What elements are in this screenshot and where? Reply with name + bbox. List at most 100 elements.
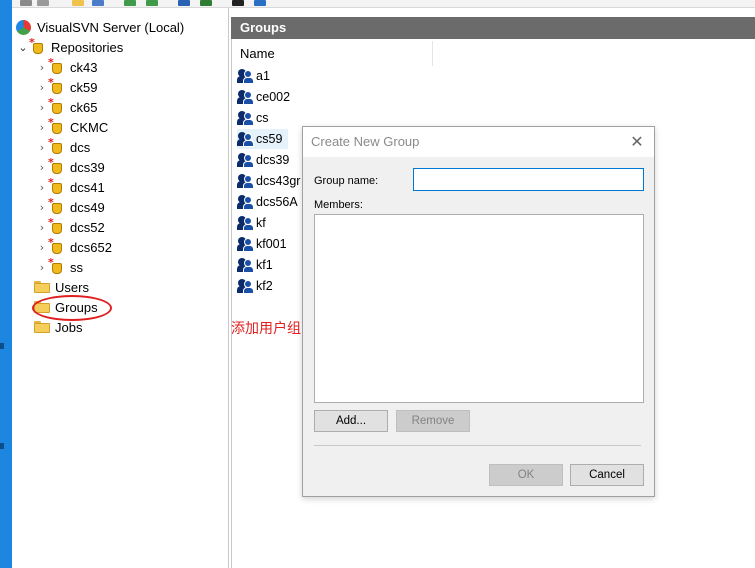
tree-item-label: dcs xyxy=(70,139,91,155)
tree-item-repo[interactable]: › * ck59 xyxy=(35,77,98,97)
list-item[interactable]: cs xyxy=(237,108,269,128)
chevron-right-icon[interactable]: › xyxy=(35,61,49,74)
console-tree: VisualSVN Server (Local) ⌄ * Repositorie… xyxy=(12,8,229,568)
chevron-down-icon[interactable]: ⌄ xyxy=(16,41,30,54)
repository-icon: * xyxy=(48,257,63,275)
chevron-right-icon[interactable]: › xyxy=(35,121,49,134)
tree-item-label: Users xyxy=(55,279,89,295)
list-item[interactable]: kf xyxy=(237,213,266,233)
list-item[interactable]: a1 xyxy=(237,66,270,86)
annotation-text: 添加用户组 xyxy=(231,321,301,337)
group-icon xyxy=(237,68,255,84)
group-icon xyxy=(237,173,255,189)
group-name-label: Group name: xyxy=(314,175,379,187)
list-item[interactable]: ce002 xyxy=(237,87,290,107)
list-item[interactable]: kf1 xyxy=(237,255,273,275)
export-icon[interactable] xyxy=(146,0,158,6)
repository-icon: * xyxy=(48,157,63,175)
info-icon[interactable] xyxy=(178,0,190,6)
chevron-right-icon[interactable]: › xyxy=(35,181,49,194)
tree-item-label: Jobs xyxy=(55,319,83,335)
forward-icon[interactable] xyxy=(37,0,49,6)
tree-item-repo[interactable]: › * dcs41 xyxy=(35,177,105,197)
tree-item-label: VisualSVN Server (Local) xyxy=(37,19,185,35)
cancel-button[interactable]: Cancel xyxy=(570,464,644,486)
chevron-right-icon[interactable]: › xyxy=(35,221,49,234)
members-list[interactable] xyxy=(314,214,644,403)
group-icon xyxy=(237,110,255,126)
add-button[interactable]: Add... xyxy=(314,410,388,432)
tree-item-repo[interactable]: › * ck43 xyxy=(35,57,98,77)
group-name: kf2 xyxy=(256,279,273,293)
tree-item-label: CKMC xyxy=(70,119,109,135)
chevron-right-icon[interactable]: › xyxy=(35,81,49,94)
tree-item-server[interactable]: VisualSVN Server (Local) xyxy=(16,17,184,37)
tree-item-repo[interactable]: › * dcs xyxy=(35,137,90,157)
tree-item-label: dcs652 xyxy=(70,239,112,255)
folder-icon[interactable] xyxy=(72,0,84,6)
dialog-separator xyxy=(314,445,641,446)
tree-item-label: Repositories xyxy=(51,39,124,55)
list-item[interactable]: kf2 xyxy=(237,276,273,296)
repository-icon: * xyxy=(48,97,63,115)
list-item[interactable]: dcs43gr xyxy=(237,171,300,191)
folder-icon xyxy=(34,321,50,333)
group-icon xyxy=(237,257,255,273)
close-icon[interactable]: ✕ xyxy=(626,131,648,153)
group-icon xyxy=(237,236,255,252)
repository-icon: * xyxy=(48,217,63,235)
chevron-right-icon[interactable]: › xyxy=(35,201,49,214)
tree-item-users[interactable]: Users xyxy=(34,277,89,297)
group-name-input[interactable] xyxy=(413,168,644,191)
tree-item-label: ck43 xyxy=(70,59,98,75)
tree-item-label: ck65 xyxy=(70,99,98,115)
list-item-selected[interactable]: cs59 xyxy=(237,129,289,149)
tree-item-repo[interactable]: › * ck65 xyxy=(35,97,98,117)
repository-icon: * xyxy=(48,57,63,75)
group-name: ce002 xyxy=(256,90,291,104)
group-name: dcs56A xyxy=(256,195,298,209)
tree-item-label: dcs49 xyxy=(70,199,105,215)
members-label: Members: xyxy=(314,199,363,211)
view-icon[interactable] xyxy=(92,0,104,6)
properties-icon[interactable] xyxy=(200,0,212,6)
panel-title: Groups xyxy=(231,17,755,39)
tree-item-repo[interactable]: › * CKMC xyxy=(35,117,108,137)
tree-item-repositories[interactable]: ⌄ * Repositories xyxy=(16,37,123,57)
repository-icon: * xyxy=(48,117,63,135)
window-edge xyxy=(0,0,12,568)
refresh-icon[interactable] xyxy=(124,0,136,6)
group-name: kf001 xyxy=(256,237,287,251)
column-header-name[interactable]: Name xyxy=(232,41,433,66)
tree-item-repo[interactable]: › * dcs39 xyxy=(35,157,105,177)
tree-item-label: ss xyxy=(70,259,83,275)
annotation-ellipse xyxy=(32,295,112,321)
tree-item-repo[interactable]: › * ss xyxy=(35,257,83,277)
tree-item-label: dcs39 xyxy=(70,159,105,175)
list-item[interactable]: dcs39 xyxy=(237,150,289,170)
chevron-right-icon[interactable]: › xyxy=(35,101,49,114)
console-icon[interactable] xyxy=(232,0,244,6)
repository-icon: * xyxy=(48,177,63,195)
tree-item-repo[interactable]: › * dcs52 xyxy=(35,217,105,237)
chevron-right-icon[interactable]: › xyxy=(35,141,49,154)
tree-item-repo[interactable]: › * dcs652 xyxy=(35,237,112,257)
list-item[interactable]: dcs56A xyxy=(237,192,298,212)
group-name: kf xyxy=(256,216,266,230)
group-icon xyxy=(237,152,255,168)
chevron-right-icon[interactable]: › xyxy=(35,161,49,174)
back-icon[interactable] xyxy=(20,0,32,6)
chevron-right-icon[interactable]: › xyxy=(35,241,49,254)
list-item[interactable]: kf001 xyxy=(237,234,287,254)
group-name: a1 xyxy=(256,69,270,83)
repositories-icon: * xyxy=(29,37,44,55)
ok-button[interactable]: OK xyxy=(489,464,563,486)
tree-item-label: ck59 xyxy=(70,79,98,95)
group-icon xyxy=(237,89,255,105)
chevron-right-icon[interactable]: › xyxy=(35,261,49,274)
tree-item-repo[interactable]: › * dcs49 xyxy=(35,197,105,217)
remove-button[interactable]: Remove xyxy=(396,410,470,432)
repository-icon: * xyxy=(48,77,63,95)
help-icon[interactable] xyxy=(254,0,266,6)
group-name: cs59 xyxy=(256,132,283,146)
